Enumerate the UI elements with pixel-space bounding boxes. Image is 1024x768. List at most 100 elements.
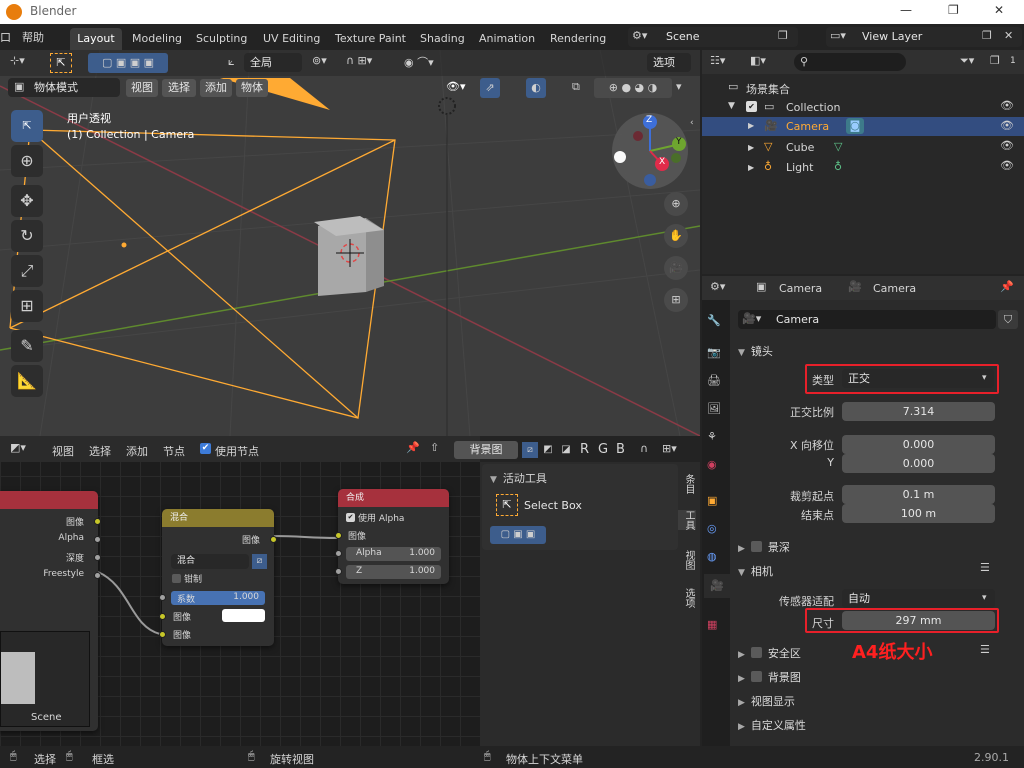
collection-visibility-icon[interactable]: 👁 xyxy=(1000,99,1014,112)
background-images-section-header[interactable]: ▶ 背景图 xyxy=(738,669,801,685)
menu-add[interactable]: 添加 xyxy=(200,79,232,97)
view-layer-tab-icon[interactable]: 🖼 xyxy=(707,402,721,415)
sensor-fit-dropdown[interactable]: 自动 xyxy=(842,589,995,608)
alpha-field[interactable]: Alpha 1.000 xyxy=(346,547,441,561)
camera-view-icon[interactable]: 🎥 xyxy=(664,256,688,280)
viewport-display-section-header[interactable]: ▶ 视图显示 xyxy=(738,693,795,709)
new-view-layer-icon[interactable]: ❐ xyxy=(982,29,992,42)
active-tool-header[interactable]: ▼ 活动工具 xyxy=(490,470,547,486)
select-mode-buttons-icon[interactable]: ▢ ▣ ▣ xyxy=(490,526,546,544)
camera-data-icon[interactable]: ◙ xyxy=(846,118,864,134)
zoom-icon[interactable]: ⊕ xyxy=(664,192,688,216)
dof-checkbox[interactable] xyxy=(750,541,762,552)
new-scene-icon[interactable]: ❐ xyxy=(778,29,788,42)
camera-section-menu-icon[interactable]: ☰ xyxy=(980,561,990,574)
xray-toggle-icon[interactable]: ⧉ xyxy=(572,80,580,94)
outliner-row-camera[interactable]: ▶ 🎥 Camera ◙ 👁 xyxy=(702,117,1024,136)
background-images-checkbox[interactable] xyxy=(750,671,762,682)
viewport-3d[interactable]: Z Y X ⊹▾ ⇱ ▢ ▣ ▣ ▣ ⟀ 全局 ⊚▾ ∩ ⊞▾ ◉ ⌒▾ 选项 … xyxy=(0,50,700,436)
scene-collection-label[interactable]: 场景集合 xyxy=(746,81,790,97)
node-editor[interactable]: ◩▾ 视图 选择 添加 节点 ✔ 使用节点 📌 ⇧ 图像 Alpha 深度 Fr… xyxy=(0,436,480,746)
tab-view[interactable]: 视图 xyxy=(678,550,696,570)
custom-properties-section-header[interactable]: ▶ 自定义属性 xyxy=(738,717,806,733)
world-tab-icon[interactable]: ◉ xyxy=(707,458,717,471)
close-button[interactable]: ✕ xyxy=(994,3,1004,17)
scene-tab-icon[interactable]: ⚘ xyxy=(707,430,717,443)
rotate-tool-icon[interactable]: ↻ xyxy=(11,220,43,252)
grid-snap-icon[interactable]: ⊞▾ xyxy=(662,442,677,455)
light-label[interactable]: Light xyxy=(786,161,813,174)
view-layer-name[interactable]: View Layer xyxy=(862,30,922,43)
camera-data-browse-icon[interactable]: 🎥▾ xyxy=(742,312,761,325)
type-dropdown[interactable]: 正交 xyxy=(842,369,994,388)
tab-shading[interactable]: Shading xyxy=(420,32,465,45)
properties-pin-icon[interactable]: 📌 xyxy=(1000,280,1014,293)
snap-icon[interactable]: ∩ ⊞▾ xyxy=(346,54,372,67)
data-block-field[interactable]: 🎥▾ Camera xyxy=(738,310,996,329)
menu-object[interactable]: 物体 xyxy=(236,79,268,97)
shading-modes-icon[interactable]: ⊕ ● ◕ ◑ xyxy=(594,78,672,98)
output-tab-icon[interactable]: 🖨 xyxy=(707,374,721,387)
tab-uv-editing[interactable]: UV Editing xyxy=(263,32,320,45)
shift-x-field[interactable]: 0.000 xyxy=(842,435,995,454)
collection-label[interactable]: Collection xyxy=(786,101,840,114)
cube-expand-icon[interactable]: ▶ xyxy=(748,143,754,152)
overlay-toggle-icon[interactable]: ◐ xyxy=(526,78,546,98)
move-tool-icon[interactable]: ✥ xyxy=(11,185,43,217)
transform-orientation-dropdown[interactable]: 全局 xyxy=(244,53,302,72)
mix-alpha-toggle-icon[interactable]: ⧄ xyxy=(252,554,267,569)
filter-icon[interactable]: ⏷▾ xyxy=(960,54,974,68)
collection-expand-icon[interactable]: ▼ xyxy=(728,101,735,111)
editor-type-icon[interactable]: ⊹▾ xyxy=(10,54,25,67)
gizmo-toggle-icon[interactable]: ⇗ xyxy=(480,78,500,98)
clip-start-field[interactable]: 0.1 m xyxy=(842,485,995,504)
camera-visibility-icon[interactable]: 👁 xyxy=(1000,119,1014,132)
scene-selector[interactable]: ⚙▾ Scene ❐ xyxy=(628,27,798,47)
outliner-type-icon[interactable]: ☷▾ xyxy=(710,54,725,67)
scale-tool-icon[interactable]: ⤢ xyxy=(11,255,43,287)
visibility-icon[interactable]: 👁▾ xyxy=(446,80,466,93)
light-expand-icon[interactable]: ▶ xyxy=(748,163,754,172)
camera-section-header[interactable]: ▼ 相机 xyxy=(738,563,773,579)
shift-y-field[interactable]: 0.000 xyxy=(842,454,995,473)
tool-tab-icon[interactable]: 🔧 xyxy=(707,314,721,327)
light-data-icon[interactable]: ♁ xyxy=(834,160,842,173)
object-mode-dropdown[interactable]: 物体模式 xyxy=(8,78,120,97)
channel-g[interactable]: G xyxy=(598,442,608,457)
tab-texture-paint[interactable]: Texture Paint xyxy=(335,32,406,45)
size-field[interactable]: 297 mm xyxy=(842,611,995,630)
channel-r[interactable]: R xyxy=(580,442,589,457)
object-tab-icon[interactable]: ▣ xyxy=(707,494,717,507)
z-field[interactable]: Z 1.000 xyxy=(346,565,441,579)
cursor-tool-icon[interactable]: ⊕ xyxy=(11,145,43,177)
mix-node[interactable]: 混合 图像 混合 ⧄ 钳制 系数 1.000 图像 图像 xyxy=(159,509,277,646)
cube-visibility-icon[interactable]: 👁 xyxy=(1000,139,1014,152)
perspective-toggle-icon[interactable]: ⊞ xyxy=(664,288,688,312)
collection-checkbox[interactable]: ✔ xyxy=(746,101,757,112)
tab-options[interactable]: 选项 xyxy=(678,588,696,608)
backdrop-rgb-icon[interactable]: ◩ xyxy=(540,442,556,458)
select-box-icon[interactable]: ⇱ xyxy=(496,494,518,516)
tab-layout[interactable]: Layout xyxy=(70,28,122,50)
use-alpha-checkbox[interactable]: ✔ xyxy=(346,513,355,522)
pan-icon[interactable]: ✋ xyxy=(664,224,688,248)
safe-areas-menu-icon[interactable]: ☰ xyxy=(980,643,990,656)
options-dropdown[interactable]: 选项 xyxy=(647,53,691,72)
camera-data-tab-icon[interactable]: 🎥 xyxy=(704,574,730,598)
menu-file[interactable]: 口 xyxy=(0,29,11,45)
tab-rendering[interactable]: Rendering xyxy=(550,32,606,45)
color-swatch[interactable] xyxy=(222,609,265,622)
outliner-search[interactable]: ⚲ xyxy=(794,53,906,71)
maximize-button[interactable]: ❐ xyxy=(948,3,959,17)
dof-section-header[interactable]: ▶ 景深 xyxy=(738,539,790,555)
minimize-button[interactable]: — xyxy=(900,3,912,17)
cube-label[interactable]: Cube xyxy=(786,141,814,154)
factor-field[interactable]: 系数 1.000 xyxy=(171,591,265,605)
tab-tool[interactable]: 工具 xyxy=(678,510,696,530)
render-layers-node[interactable]: 图像 Alpha 深度 Freestyle Scene xyxy=(0,491,101,731)
tab-modeling[interactable]: Modeling xyxy=(132,32,182,45)
view-layer-selector[interactable]: ▭▾ View Layer ❐ ✕ xyxy=(826,27,1022,47)
safe-areas-checkbox[interactable] xyxy=(750,647,762,658)
physics-tab-icon[interactable]: ◍ xyxy=(707,550,717,563)
lens-section-header[interactable]: ▼ 镜头 xyxy=(738,343,773,359)
